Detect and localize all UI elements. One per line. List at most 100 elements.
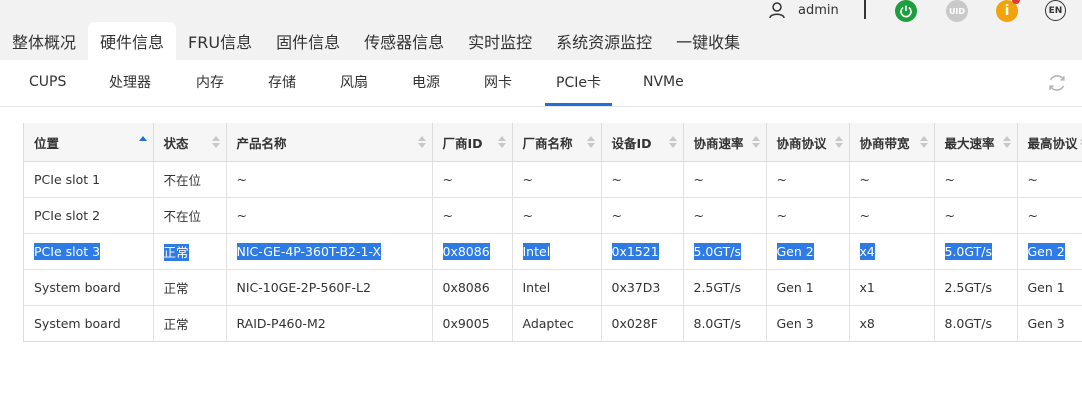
column-label: 协商协议 <box>776 135 827 151</box>
table-cell: PCIe slot 3 <box>24 233 154 270</box>
table-cell: ~ <box>849 197 935 234</box>
sort-icon[interactable] <box>751 136 760 148</box>
uid-icon[interactable]: UID <box>946 0 968 22</box>
table-cell: ~ <box>766 197 850 234</box>
power-icon[interactable] <box>895 0 917 22</box>
table-cell: Gen 2 <box>766 233 850 270</box>
info-icon[interactable]: i <box>996 0 1020 22</box>
tab-firmware-info[interactable]: 固件信息 <box>264 22 352 60</box>
table-cell: 不在位 <box>153 161 227 198</box>
tab-hardware-info[interactable]: 硬件信息 <box>88 22 177 60</box>
sort-icon[interactable] <box>138 136 147 148</box>
sort-icon[interactable] <box>586 136 595 148</box>
column-header-negotiated-protocol[interactable]: 协商协议 <box>766 123 850 162</box>
sort-icon[interactable] <box>497 136 506 148</box>
table-cell: 0x8086 <box>432 233 513 270</box>
sort-icon[interactable] <box>417 136 426 148</box>
table-cell: Intel <box>512 233 602 270</box>
sort-icon[interactable] <box>668 136 677 148</box>
subtab-nic[interactable]: 网卡 <box>484 60 512 104</box>
refresh-icon[interactable] <box>1046 72 1068 94</box>
sort-icon[interactable] <box>211 136 220 148</box>
column-label: 设备ID <box>611 135 652 151</box>
table-cell: ~ <box>432 161 513 198</box>
table-cell: x8 <box>849 305 935 341</box>
table-cell: x4 <box>849 233 935 270</box>
tab-realtime-monitor[interactable]: 实时监控 <box>456 22 544 60</box>
table-cell: 5.0GT/s <box>683 233 767 270</box>
table-cell: NIC-10GE-2P-560F-L2 <box>226 269 433 306</box>
table-row[interactable]: System board 正常 RAID-P460-M2 0x9005 Adap… <box>24 305 1082 341</box>
subtab-processor[interactable]: 处理器 <box>109 60 151 104</box>
column-header-negotiated-rate[interactable]: 协商速率 <box>683 123 767 162</box>
table-cell: 正常 <box>153 269 227 306</box>
table-cell: ~ <box>1017 161 1082 198</box>
table-cell: ~ <box>601 161 684 198</box>
table-cell: ~ <box>934 161 1018 198</box>
subtab-storage[interactable]: 存储 <box>268 60 296 104</box>
table-cell: 8.0GT/s <box>934 305 1018 341</box>
tab-fru-info[interactable]: FRU信息 <box>176 22 264 60</box>
table-cell: x1 <box>849 269 935 306</box>
alert-dot <box>1012 0 1020 4</box>
table-header-row: 位置 状态 产品名称 厂商ID 厂商名称 设备ID 协商速率 协商协议 协商带宽… <box>24 123 1082 162</box>
column-header-location[interactable]: 位置 <box>24 123 154 162</box>
user-menu[interactable]: admin <box>768 0 839 20</box>
subtab-power[interactable]: 电源 <box>412 60 440 104</box>
main-nav: 整体概况 硬件信息 FRU信息 固件信息 传感器信息 实时监控 系统资源监控 一… <box>0 22 752 60</box>
table-cell: Adaptec <box>512 305 602 341</box>
table-cell: 正常 <box>153 305 227 341</box>
sort-icon[interactable] <box>834 136 843 148</box>
column-header-status[interactable]: 状态 <box>153 123 227 162</box>
table-cell: ~ <box>432 197 513 234</box>
pcie-table: 位置 状态 产品名称 厂商ID 厂商名称 设备ID 协商速率 协商协议 协商带宽… <box>24 123 1082 341</box>
table-cell: 2.5GT/s <box>683 269 767 306</box>
column-label: 厂商ID <box>442 135 483 151</box>
table-cell: PCIe slot 2 <box>24 197 154 234</box>
subtab-memory[interactable]: 内存 <box>196 60 224 104</box>
table-row[interactable]: System board 正常 NIC-10GE-2P-560F-L2 0x80… <box>24 269 1082 306</box>
table-cell: 8.0GT/s <box>683 305 767 341</box>
column-header-vendor-name[interactable]: 厂商名称 <box>512 123 602 162</box>
subtab-pcie-card[interactable]: PCIe卡 <box>545 60 612 106</box>
table-row-selected[interactable]: PCIe slot 3 正常 NIC-GE-4P-360T-B2-1-X 0x8… <box>24 233 1082 270</box>
subtab-nvme[interactable]: NVMe <box>643 60 684 104</box>
subtab-fan[interactable]: 风扇 <box>340 60 368 104</box>
table-cell: 5.0GT/s <box>934 233 1018 270</box>
table-cell: 0x8086 <box>432 269 513 306</box>
table-cell: ~ <box>683 197 767 234</box>
top-bar: admin UID i EN 整体概况 硬件信息 FRU信息 固件信息 传感器信… <box>0 0 1082 60</box>
user-icon <box>769 2 785 19</box>
table-cell: Gen 3 <box>1017 305 1082 341</box>
column-header-max-protocol[interactable]: 最高协议 <box>1017 123 1082 162</box>
column-header-device-id[interactable]: 设备ID <box>601 123 684 162</box>
column-label: 协商速率 <box>693 135 744 151</box>
tab-one-click-collect[interactable]: 一键收集 <box>664 22 752 60</box>
subtab-cups[interactable]: CUPS <box>29 60 66 104</box>
table-cell: System board <box>24 269 154 306</box>
table-cell: ~ <box>512 161 602 198</box>
tab-sensor-info[interactable]: 传感器信息 <box>352 22 456 60</box>
language-icon[interactable]: EN <box>1045 0 1066 21</box>
column-label: 厂商名称 <box>522 135 573 151</box>
column-header-vendor-id[interactable]: 厂商ID <box>432 123 513 162</box>
table-cell: ~ <box>766 161 850 198</box>
column-header-negotiated-width[interactable]: 协商带宽 <box>849 123 935 162</box>
table-cell: 0x37D3 <box>601 269 684 306</box>
table-cell: 2.5GT/s <box>934 269 1018 306</box>
sort-icon[interactable] <box>1002 136 1011 148</box>
table-cell: ~ <box>1017 197 1082 234</box>
table-row[interactable]: PCIe slot 1 不在位 ~ ~ ~ ~ ~ ~ ~ ~ ~ <box>24 161 1082 198</box>
table-cell: Gen 2 <box>1017 233 1082 270</box>
column-label: 最大速率 <box>944 135 995 151</box>
sort-icon[interactable] <box>919 136 928 148</box>
table-row[interactable]: PCIe slot 2 不在位 ~ ~ ~ ~ ~ ~ ~ ~ ~ <box>24 197 1082 234</box>
column-label: 状态 <box>163 135 189 151</box>
column-header-product-name[interactable]: 产品名称 <box>226 123 433 162</box>
pcie-table-container: 位置 状态 产品名称 厂商ID 厂商名称 设备ID 协商速率 协商协议 协商带宽… <box>23 123 1082 342</box>
tab-overview[interactable]: 整体概况 <box>0 22 88 60</box>
tab-system-resource-monitor[interactable]: 系统资源监控 <box>544 22 664 60</box>
header-divider <box>864 0 866 19</box>
table-cell: ~ <box>934 197 1018 234</box>
column-header-max-rate[interactable]: 最大速率 <box>934 123 1018 162</box>
